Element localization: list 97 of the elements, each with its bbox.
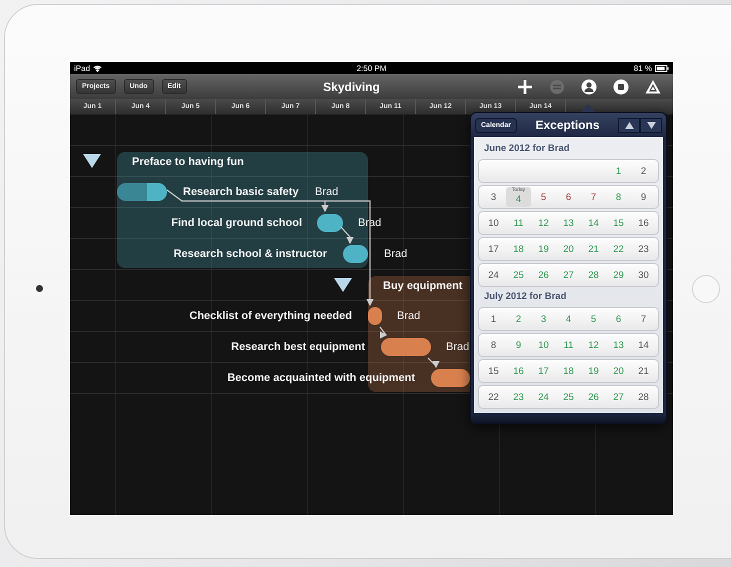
popover-title: Exceptions [534, 118, 600, 132]
up-arrow-icon [624, 122, 634, 128]
task-name: Become acquainted with equipment [227, 371, 415, 385]
calendar-day[interactable]: 6 [606, 309, 631, 329]
group-name: Preface to having fun [132, 155, 244, 169]
group-name: Buy equipment [383, 279, 462, 293]
calendar-day[interactable]: 14 [581, 213, 606, 233]
calendar-day[interactable]: 27 [556, 265, 581, 285]
disclosure-triangle-icon[interactable] [334, 278, 352, 292]
person-icon[interactable] [581, 78, 597, 94]
calendar-day[interactable]: 20 [556, 239, 581, 259]
calendar-day[interactable]: 13 [606, 335, 631, 355]
calendar-day[interactable]: 26 [581, 387, 606, 407]
task-name: Research best equipment [231, 340, 365, 354]
calendar-day[interactable]: 16 [631, 213, 656, 233]
calendar-day[interactable]: 12 [531, 213, 556, 233]
calendar-day[interactable]: 15 [481, 361, 506, 381]
battery-icon [655, 64, 670, 72]
calendar-day[interactable]: 10 [481, 213, 506, 233]
calendar-day[interactable]: 19 [531, 239, 556, 259]
calendar-day[interactable]: 11 [556, 335, 581, 355]
calendar-day[interactable]: 9 [506, 335, 531, 355]
project-title: Skydiving [323, 80, 380, 94]
calendar-day[interactable]: 24 [481, 265, 506, 285]
dependency-arrow [380, 326, 387, 336]
task-name: Research school & instructor [174, 247, 327, 261]
calendar-day[interactable]: 22 [606, 239, 631, 259]
calendar-day[interactable]: 18 [506, 239, 531, 259]
calendar-day[interactable]: 2 [631, 161, 656, 181]
calendar-day[interactable]: 6 [556, 187, 581, 207]
previous-button[interactable] [618, 118, 640, 132]
disclosure-triangle-icon[interactable] [83, 154, 101, 168]
calendar-day[interactable]: 13 [556, 213, 581, 233]
stop-icon[interactable] [613, 78, 629, 94]
assignee-name: Brad [446, 340, 470, 354]
calendar-day[interactable]: 24 [531, 387, 556, 407]
calendar-day[interactable]: 30 [631, 265, 656, 285]
calendar-day[interactable]: 1 [481, 309, 506, 329]
calendar-day[interactable]: 8 [481, 335, 506, 355]
device-name: iPad [74, 64, 90, 72]
calendar-day[interactable]: 27 [606, 387, 631, 407]
month-title: June 2012 for Brad [483, 142, 571, 156]
month-title: July 2012 for Brad [483, 290, 568, 304]
calendar-day[interactable]: 15 [606, 213, 631, 233]
calendar-day[interactable]: 3 [531, 309, 556, 329]
calendar-day[interactable]: 25 [556, 387, 581, 407]
calendar-day[interactable]: 7 [581, 187, 606, 207]
calendar-day[interactable]: 14 [631, 335, 656, 355]
calendar-day[interactable]: 3 [481, 187, 506, 207]
camera-dot [36, 285, 42, 292]
calendar-day[interactable]: 23 [631, 239, 656, 259]
calendar-day[interactable]: 25 [506, 265, 531, 285]
calendar-day[interactable]: 5 [581, 309, 606, 329]
calendar-day[interactable]: 29 [606, 265, 631, 285]
down-arrow-icon [646, 122, 656, 128]
plus-icon[interactable] [517, 78, 533, 94]
task-bar[interactable] [343, 245, 368, 263]
task-bar[interactable] [431, 369, 470, 387]
calendar-day[interactable]: 8 [606, 187, 631, 207]
calendar-day[interactable]: 5 [531, 187, 556, 207]
calendar-day[interactable]: 2 [506, 309, 531, 329]
triangle-icon[interactable] [645, 78, 661, 94]
calendar-day[interactable]: 4 [556, 309, 581, 329]
task-bar[interactable] [117, 183, 167, 201]
calendar-day[interactable]: 22 [481, 387, 506, 407]
calendar-day[interactable]: 18 [556, 361, 581, 381]
calendar-day[interactable]: 21 [581, 239, 606, 259]
task-name: Find local ground school [171, 216, 302, 230]
calendar-day[interactable]: 17 [481, 239, 506, 259]
calendar-day[interactable]: 28 [631, 387, 656, 407]
calendar-day[interactable]: 28 [581, 265, 606, 285]
task-name: Checklist of everything needed [189, 309, 352, 323]
calendar-day[interactable]: 16 [506, 361, 531, 381]
calendar-day[interactable]: 12 [581, 335, 606, 355]
clock-time: 2:50 PM [356, 64, 386, 72]
assignee-name: Brad [397, 309, 420, 323]
calendar-day[interactable]: 26 [531, 265, 556, 285]
dependency-arrow [428, 358, 440, 368]
calendar-day[interactable]: 10 [531, 335, 556, 355]
wifi-icon [93, 64, 102, 72]
calendar-day[interactable]: 9 [631, 187, 656, 207]
assignee-name: Brad [384, 247, 408, 261]
task-name: Research basic safety [183, 185, 299, 199]
calendar-day[interactable]: 20 [606, 361, 631, 381]
calendar-day[interactable]: 11 [506, 213, 531, 233]
calendar-day[interactable]: 7 [631, 309, 656, 329]
calendar-day[interactable]: 19 [581, 361, 606, 381]
task-bar[interactable] [368, 307, 382, 325]
calendar-day[interactable]: 21 [631, 361, 656, 381]
task-bar[interactable] [381, 338, 431, 356]
task-bar[interactable] [317, 214, 343, 232]
assignee-name: Brad [315, 185, 338, 199]
calendar-day[interactable]: 23 [506, 387, 531, 407]
next-button[interactable] [640, 118, 662, 132]
calendar-day[interactable]: 17 [531, 361, 556, 381]
calendar-day[interactable]: 1 [606, 161, 631, 181]
battery-percent: 81 % [634, 64, 652, 72]
